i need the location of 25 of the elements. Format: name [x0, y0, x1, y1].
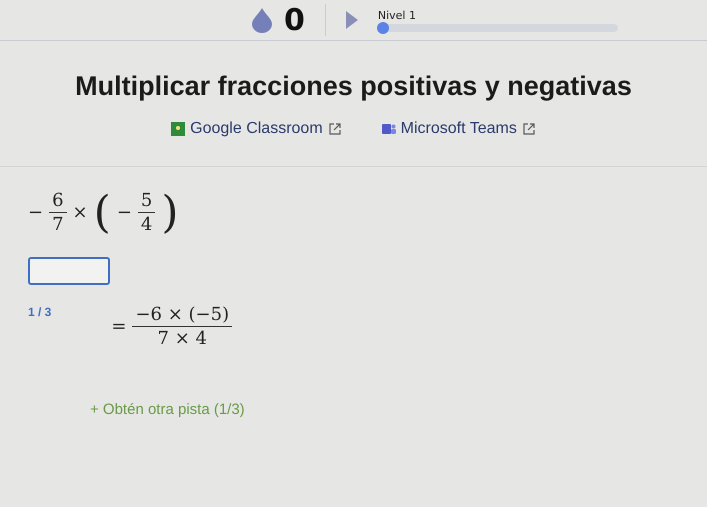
- hint-counter: 1 / 3: [28, 304, 52, 321]
- times-sign: ×: [72, 202, 88, 224]
- classroom-icon: [171, 122, 186, 136]
- answer-input[interactable]: [28, 256, 110, 285]
- fraction-denominator: 7 × 4: [158, 327, 207, 351]
- level-label: Nivel 1: [378, 8, 416, 22]
- minus-sign: −: [116, 202, 132, 224]
- share-link[interactable]: Microsoft Teams: [382, 120, 536, 138]
- open-parenthesis: (: [94, 190, 111, 235]
- teams-icon: [382, 122, 396, 136]
- drop-icon: [250, 7, 274, 33]
- share-link[interactable]: Google Classroom: [171, 120, 342, 138]
- fraction-numerator: 5: [138, 189, 156, 214]
- streak-count: 0: [284, 2, 305, 38]
- external-link-icon: [522, 122, 536, 136]
- minus-sign: −: [28, 202, 44, 224]
- equals-sign: =: [111, 316, 126, 338]
- exercise-title: Multiplicar fracciones positivas y negativas: [74, 71, 633, 102]
- fraction-numerator: 6: [49, 189, 67, 214]
- external-link-icon: [328, 122, 342, 136]
- fraction-numerator: −6 × (−5): [132, 302, 232, 328]
- close-parenthesis: ): [161, 190, 179, 235]
- fraction-denominator: 7: [52, 213, 64, 237]
- play-icon[interactable]: [346, 11, 358, 29]
- fraction-denominator: 4: [140, 213, 152, 237]
